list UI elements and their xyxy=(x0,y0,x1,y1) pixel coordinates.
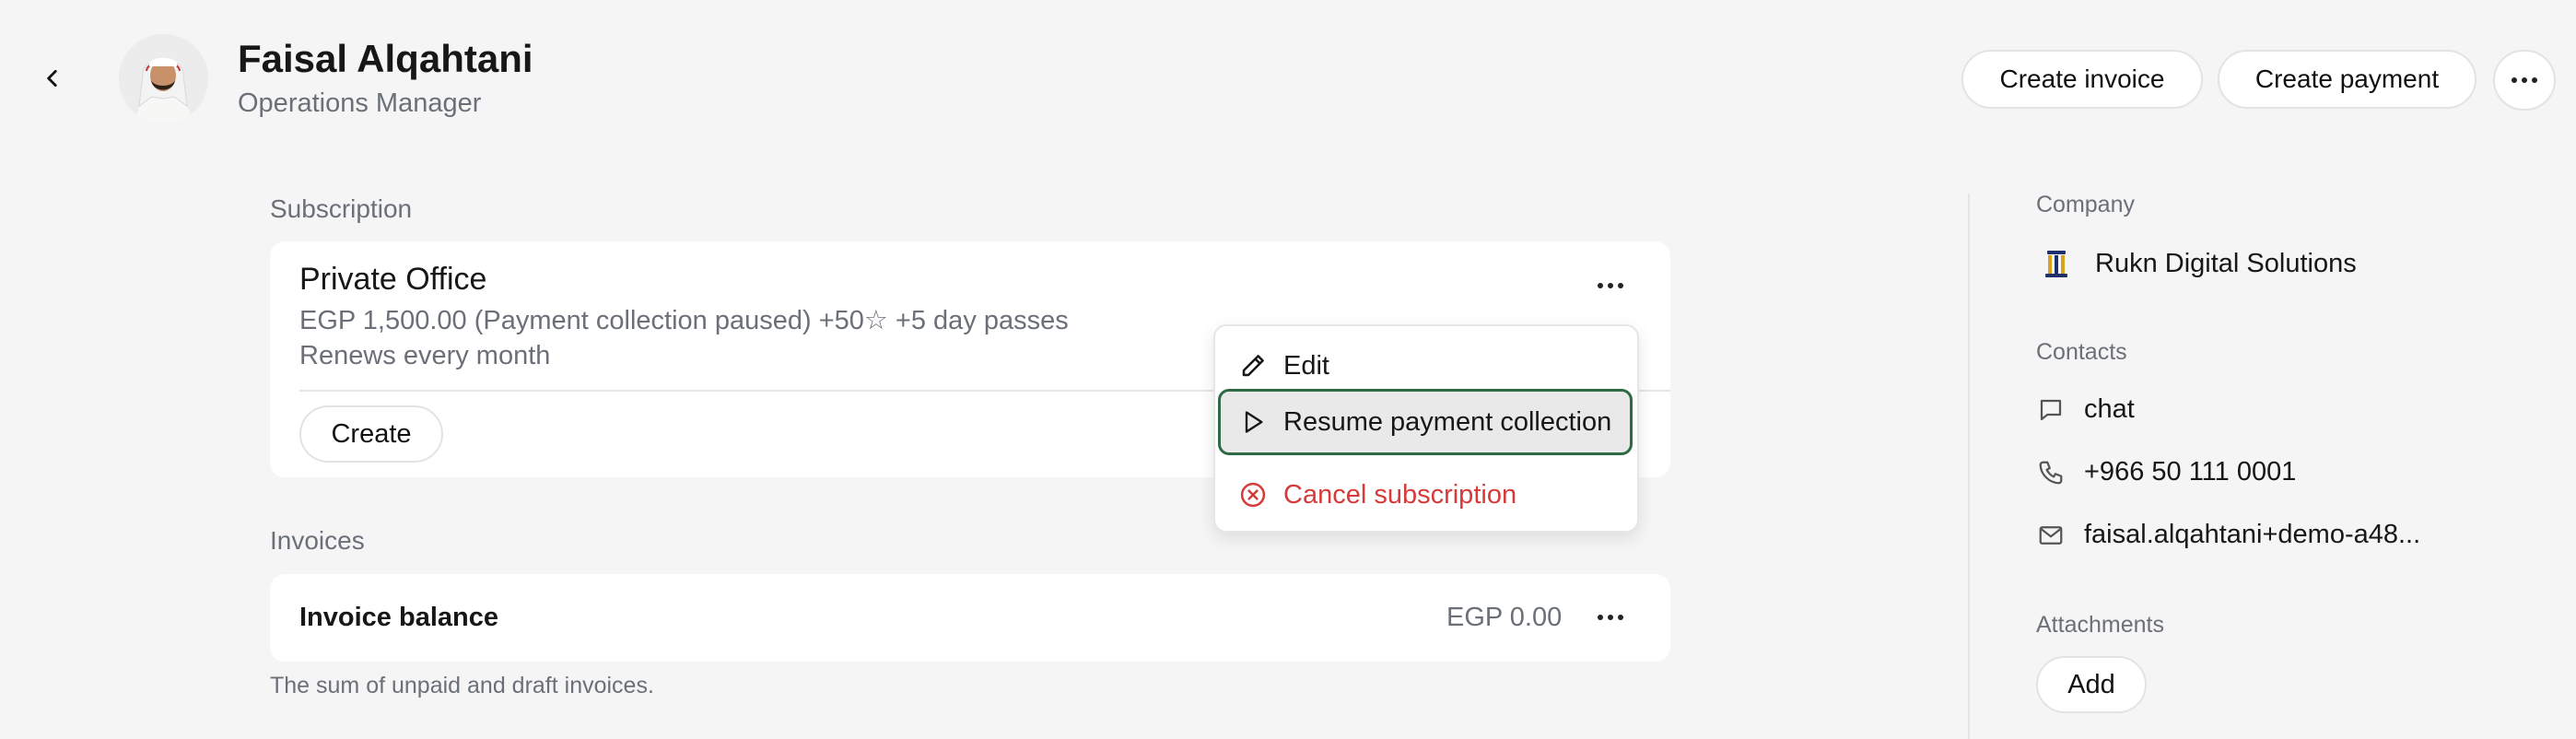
create-payment-button[interactable]: Create payment xyxy=(2218,50,2476,109)
contact-email-label: faisal.alqahtani+demo-a48... xyxy=(2084,520,2421,549)
person-role: Operations Manager xyxy=(238,88,482,118)
sidebar-separator xyxy=(1968,194,1970,739)
x-circle-icon xyxy=(1237,479,1269,510)
subscription-more-icon[interactable] xyxy=(1587,267,1633,304)
subscription-actions-menu: Edit Resume payment collection Cancel su… xyxy=(1213,324,1639,533)
avatar xyxy=(119,34,208,123)
contact-phone[interactable]: +966 50 111 0001 xyxy=(2036,457,2296,487)
invoices-section-label: Invoices xyxy=(270,526,365,555)
contact-email[interactable]: faisal.alqahtani+demo-a48... xyxy=(2036,520,2420,550)
company-logo-icon xyxy=(2040,247,2073,280)
header-more-button[interactable] xyxy=(2493,50,2556,111)
contact-chat-label: chat xyxy=(2084,394,2135,424)
create-invoice-button[interactable]: Create invoice xyxy=(1961,50,2203,109)
menu-item-edit[interactable]: Edit xyxy=(1215,339,1637,393)
menu-item-cancel-subscription[interactable]: Cancel subscription xyxy=(1215,468,1637,522)
back-button[interactable] xyxy=(28,57,77,103)
menu-item-resume-label: Resume payment collection xyxy=(1283,406,1612,437)
invoice-balance-amount: EGP 0.00 xyxy=(1446,603,1563,632)
chevron-left-icon xyxy=(41,66,64,95)
mail-icon xyxy=(2036,521,2066,550)
person-name: Faisal Alqahtani xyxy=(238,37,533,80)
attachments-label: Attachments xyxy=(2036,612,2164,638)
invoice-balance-title: Invoice balance xyxy=(299,603,498,632)
create-button[interactable]: Create xyxy=(299,405,443,463)
pencil-icon xyxy=(1237,350,1269,381)
more-horizontal-icon xyxy=(2512,77,2537,83)
contacts-label: Contacts xyxy=(2036,339,2127,365)
plan-renew-line: Renews every month xyxy=(299,341,551,370)
menu-item-resume-payment-collection[interactable]: Resume payment collection xyxy=(1218,389,1633,455)
phone-icon xyxy=(2036,458,2066,487)
play-icon xyxy=(1237,406,1269,438)
menu-item-cancel-label: Cancel subscription xyxy=(1283,479,1517,510)
chat-icon xyxy=(2036,395,2066,425)
invoice-more-icon[interactable] xyxy=(1587,599,1633,636)
plan-name: Private Office xyxy=(299,262,487,297)
contact-chat[interactable]: chat xyxy=(2036,394,2135,425)
contact-phone-label: +966 50 111 0001 xyxy=(2084,457,2297,487)
menu-item-edit-label: Edit xyxy=(1283,350,1329,381)
company-label: Company xyxy=(2036,192,2135,217)
invoice-balance-note: The sum of unpaid and draft invoices. xyxy=(270,673,654,698)
plan-price-line: EGP 1,500.00 (Payment collection paused)… xyxy=(299,306,1069,335)
add-attachment-button[interactable]: Add xyxy=(2036,656,2147,713)
company-name[interactable]: Rukn Digital Solutions xyxy=(2095,249,2357,279)
subscription-section-label: Subscription xyxy=(270,194,413,223)
